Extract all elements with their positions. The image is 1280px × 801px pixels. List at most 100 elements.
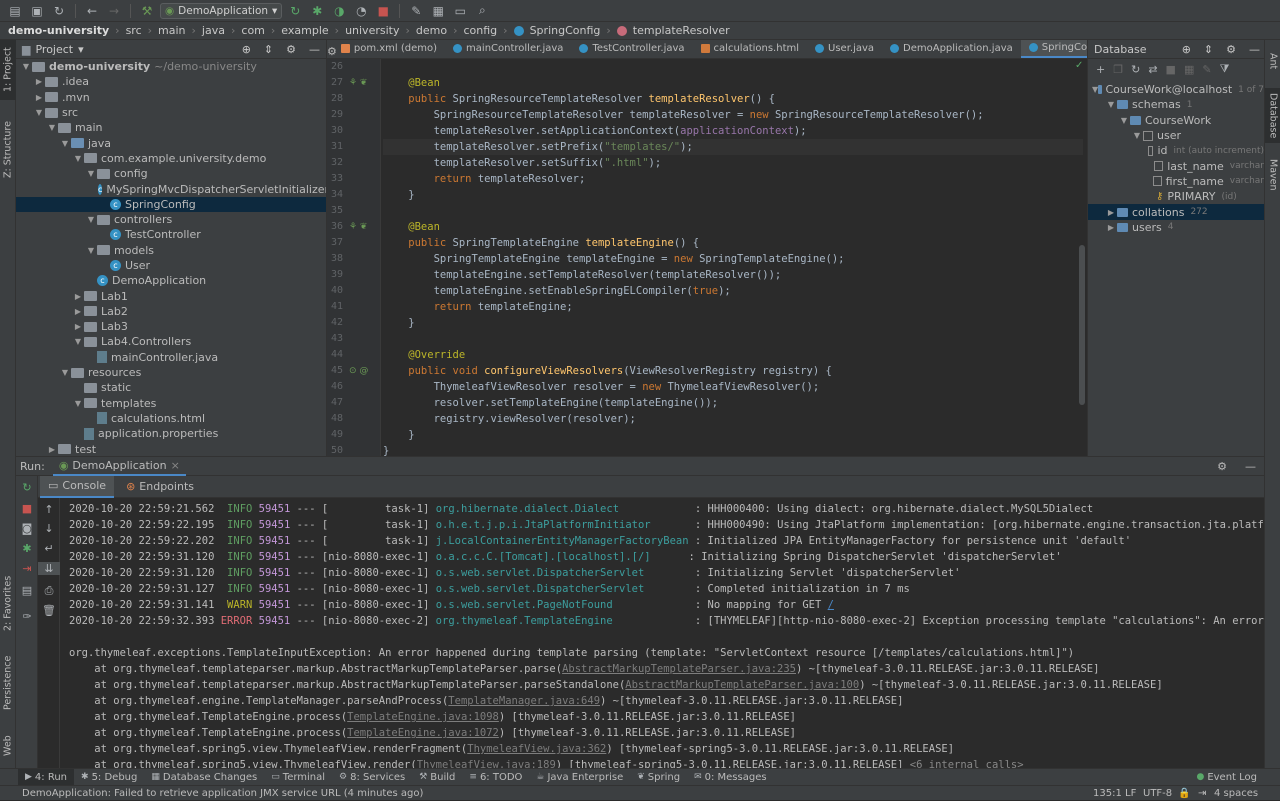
code-area[interactable]: @Bean public SpringResourceTemplateResol… — [383, 59, 1083, 456]
tree-item[interactable]: calculations.html — [16, 411, 326, 426]
tree-item[interactable]: ▼ demo-university ~/demo-university — [16, 59, 326, 74]
save-icon[interactable]: ▣ — [28, 2, 46, 20]
soft-wrap-icon[interactable]: ↵ — [38, 542, 60, 555]
tree-item[interactable]: ▼ resources — [16, 365, 326, 380]
tool-window-button[interactable]: ✉ 0: Messages — [687, 769, 774, 786]
event-log-button[interactable]: ● Event Log — [1189, 769, 1264, 786]
run-configuration-select[interactable]: ◉ DemoApplication ▾ — [160, 2, 283, 19]
db-tree-item[interactable]: first_name varchar — [1088, 174, 1264, 189]
file-encoding[interactable]: UTF-8 — [1143, 786, 1172, 801]
console-link[interactable]: AbstractMarkupTemplateParser.java:235 — [562, 663, 796, 675]
tree-item[interactable]: ▼ templates — [16, 396, 326, 411]
chevron-down-icon[interactable]: ▼ — [59, 368, 71, 377]
breadcrumb-item[interactable]: main — [158, 24, 185, 37]
scroll-to-end-icon[interactable]: ⇊ — [38, 562, 60, 575]
open-folder-icon[interactable]: ▤ — [6, 2, 24, 20]
tab-maven[interactable]: Maven — [1265, 152, 1280, 197]
spring-bean-icon[interactable]: ⚘ ❦ — [349, 78, 367, 88]
tab-ant[interactable]: Ant — [1265, 46, 1280, 76]
chevron-down-icon[interactable]: ▼ — [85, 215, 97, 224]
db-tree-item[interactable]: ▶ collations 272 — [1088, 204, 1264, 220]
console-link[interactable]: ThymeleafView.java:362 — [467, 743, 606, 755]
console-link[interactable]: TemplateManager.java:649 — [448, 695, 600, 707]
tree-item[interactable]: ▶ .idea — [16, 74, 326, 89]
chevron-down-icon[interactable]: ▼ — [33, 108, 45, 117]
breadcrumb-item[interactable]: university — [345, 24, 399, 37]
debug-icon[interactable]: ✱ — [308, 2, 326, 20]
tree-item[interactable]: ▼ controllers — [16, 212, 326, 227]
tab-web[interactable]: Web — [0, 726, 16, 766]
tab-structure[interactable]: Z: Structure — [0, 110, 16, 190]
stop-icon[interactable]: ■ — [1166, 63, 1176, 76]
console-link[interactable]: TemplateEngine.java:1072 — [347, 727, 499, 739]
override-icon[interactable]: ⊙ @ — [349, 366, 368, 376]
tree-item[interactable]: static — [16, 380, 326, 395]
spring-bean-icon[interactable]: ⚘ ❦ — [349, 222, 367, 232]
profile-icon[interactable]: ◔ — [352, 2, 370, 20]
tool-window-button[interactable]: ✱ 5: Debug — [74, 769, 144, 786]
search-icon[interactable]: ⌕ — [473, 2, 491, 20]
tree-item[interactable]: application.properties — [16, 426, 326, 441]
layout-icon[interactable]: ▤ — [16, 584, 38, 597]
chevron-right-icon[interactable]: ▶ — [33, 93, 45, 102]
breadcrumb-item[interactable]: SpringConfig — [530, 24, 601, 37]
tree-item[interactable]: c SpringConfig — [16, 196, 326, 212]
db-tree-item[interactable]: ⚷ PRIMARY (id) — [1088, 189, 1264, 204]
gear-icon[interactable]: ⚙ — [286, 43, 296, 56]
chevron-down-icon[interactable]: ▼ — [1118, 116, 1130, 125]
tree-item[interactable]: c TestController — [16, 227, 326, 242]
project-title[interactable]: Project — [35, 43, 73, 56]
db-tree-item[interactable]: id int (auto increment) — [1088, 143, 1264, 158]
stop-icon[interactable]: ■ — [374, 2, 392, 20]
refresh-icon[interactable]: ↻ — [1131, 63, 1140, 76]
chevron-right-icon[interactable]: ▶ — [72, 292, 84, 301]
minimize-icon[interactable]: — — [1245, 460, 1256, 473]
gear-icon[interactable]: ⚙ — [1226, 43, 1236, 56]
tab-favorites[interactable]: 2: Favorites — [0, 568, 16, 638]
tab-project[interactable]: 1: Project — [0, 40, 16, 100]
tree-item[interactable]: ▼ src — [16, 105, 326, 120]
scroll-up-icon[interactable]: ↑ — [38, 503, 60, 516]
debug-icon[interactable]: ✱ — [16, 542, 38, 555]
locate-icon[interactable]: ⊕ — [1182, 43, 1191, 56]
db-tree-item[interactable]: last_name varchar — [1088, 158, 1264, 173]
gear-icon[interactable]: ⚙ — [1217, 460, 1227, 473]
db-tree-item[interactable]: ▼ CourseWork — [1088, 113, 1264, 128]
tree-item[interactable]: ▼ java — [16, 135, 326, 150]
print-icon[interactable]: ⎙ — [38, 584, 60, 598]
collapse-icon[interactable]: ⇕ — [1204, 43, 1213, 56]
trash-icon[interactable]: 🗑 — [38, 604, 60, 617]
tree-item[interactable]: c MySpringMvcDispatcherServletInitializer — [16, 181, 326, 196]
tree-item[interactable]: mainController.java — [16, 350, 326, 365]
chevron-right-icon[interactable]: ▶ — [1105, 208, 1117, 217]
chevron-right-icon[interactable]: ▶ — [72, 307, 84, 316]
chevron-down-icon[interactable]: ▼ — [46, 123, 58, 132]
tool-window-button[interactable]: ▶ 4: Run — [18, 768, 75, 786]
chevron-right-icon[interactable]: ▶ — [33, 77, 45, 86]
tool-window-button[interactable]: ⚒ Build — [412, 769, 462, 786]
tree-item[interactable]: ▶ .mvn — [16, 90, 326, 105]
close-icon[interactable]: × — [171, 459, 180, 472]
breadcrumb-item[interactable]: java — [202, 24, 225, 37]
tree-item[interactable]: c DemoApplication — [16, 273, 326, 288]
tree-item[interactable]: ▼ Lab4.Controllers — [16, 334, 326, 349]
schema-sync-icon[interactable]: ⇄ — [1148, 63, 1157, 76]
scroll-down-icon[interactable]: ↓ — [38, 522, 60, 535]
tree-item[interactable]: ▶ Lab2 — [16, 304, 326, 319]
camera-icon[interactable]: ◙ — [16, 522, 38, 535]
console-link[interactable]: TemplateEngine.java:1098 — [347, 711, 499, 723]
tree-item[interactable]: ▼ com.example.university.demo — [16, 151, 326, 166]
minimize-icon[interactable]: — — [1249, 43, 1260, 56]
terminal-window-icon[interactable]: ▭ — [451, 2, 469, 20]
rerun-icon[interactable]: ↻ — [16, 481, 38, 494]
chevron-down-icon[interactable]: ▼ — [1105, 100, 1117, 109]
tool-window-button[interactable]: ⚙ 8: Services — [332, 769, 412, 786]
project-structure-icon[interactable]: ▦ — [429, 2, 447, 20]
editor-tab[interactable]: SpringConfig.java — [1020, 40, 1087, 58]
indent-setting[interactable]: 4 spaces — [1214, 786, 1258, 801]
lock-icon[interactable]: 🔒 — [1178, 786, 1190, 801]
chevron-down-icon[interactable]: ▼ — [85, 169, 97, 178]
editor-tab[interactable]: TestController.java — [571, 40, 692, 58]
tree-item[interactable]: ▼ models — [16, 243, 326, 258]
editor-tab[interactable]: mainController.java — [445, 40, 571, 58]
